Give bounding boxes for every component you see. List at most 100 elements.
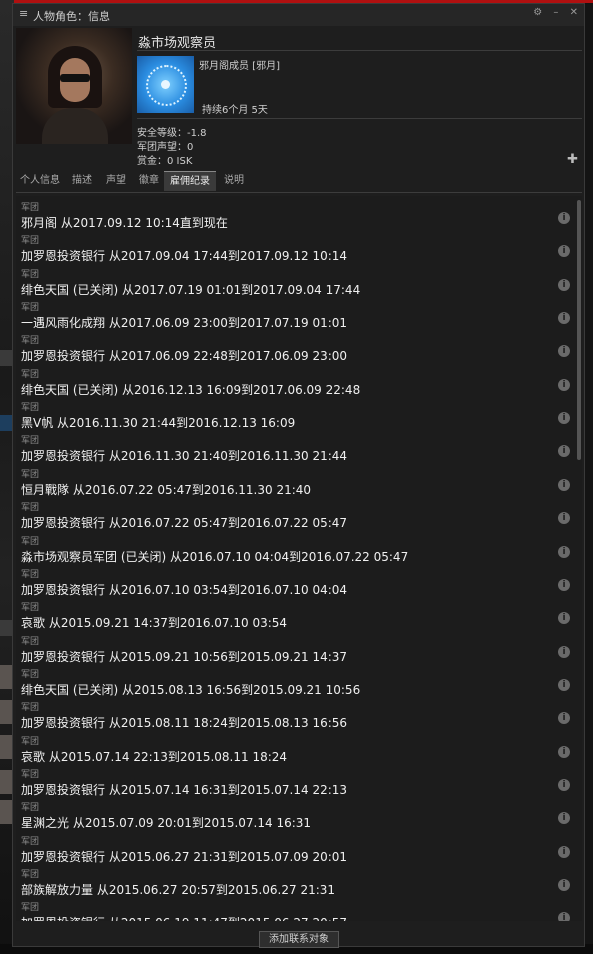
tab-employment-history[interactable]: 雇佣纪录 — [164, 171, 216, 191]
history-entry[interactable]: 军团 加罗恩投资银行 从2015.09.21 10:56到2015.09.21 1… — [16, 634, 576, 667]
entry-type-label: 军团 — [21, 303, 40, 314]
entry-type-label: 军团 — [21, 870, 40, 880]
entry-text[interactable]: 加罗恩投资银行 从2016.07.10 03:54到2016.07.10 04:… — [21, 581, 347, 598]
info-icon[interactable]: i — [558, 812, 570, 825]
history-entry[interactable]: 军团 绯色天国 (已关闭) 从2016.12.13 16:09到2017.06.… — [16, 367, 576, 400]
entry-text[interactable]: 星渊之光 从2015.07.09 20:01到2015.07.14 16:31 — [21, 814, 311, 831]
window-title: 人物角色：信息 — [33, 10, 110, 23]
entry-text[interactable]: 哀歌 从2015.09.21 14:37到2016.07.10 03:54 — [21, 614, 287, 631]
entry-text[interactable]: 加罗恩投资银行 从2015.08.11 18:24到2015.08.13 16:… — [21, 714, 347, 731]
info-icon[interactable]: i — [558, 212, 570, 224]
entry-type-label: 军团 — [21, 369, 40, 380]
membership-duration: 持续6个月 5天 — [202, 105, 268, 116]
info-icon[interactable]: i — [558, 245, 570, 258]
info-icon[interactable]: i — [558, 845, 570, 858]
add-contact-button[interactable]: 添加联系对象 — [259, 931, 339, 948]
menu-icon[interactable]: ≡ — [19, 7, 28, 20]
entry-text[interactable]: 加罗恩投资银行 从2016.07.22 05:47到2016.07.22 05:… — [21, 514, 347, 531]
tab-standings[interactable]: 声望 — [102, 171, 130, 191]
entry-type-label: 军团 — [21, 436, 40, 447]
info-icon[interactable]: i — [558, 912, 570, 921]
info-icon[interactable]: i — [558, 712, 570, 725]
history-entry[interactable]: 军团 加罗恩投资银行 从2016.11.30 21:40到2016.11.30 2… — [16, 433, 576, 466]
tab-description[interactable]: 描述 — [68, 171, 96, 191]
tab-personal-info[interactable]: 个人信息 — [16, 171, 64, 191]
history-entry[interactable]: 军团 星渊之光 从2015.07.09 20:01到2015.07.14 16:3… — [16, 800, 576, 833]
entry-type-label: 军团 — [21, 836, 40, 847]
entry-text[interactable]: 哀歌 从2015.07.14 22:13到2015.08.11 18:24 — [21, 748, 287, 765]
history-entry[interactable]: 军团加罗恩投资银行 从2015.06.19 11:47到2015.06.27 2… — [16, 900, 576, 921]
info-icon[interactable]: i — [558, 478, 570, 491]
character-name[interactable]: 淼市场观察员 — [138, 32, 216, 51]
history-entry[interactable]: 军团 哀歌 从2015.09.21 14:37到2016.07.10 03:54 i — [16, 600, 576, 633]
entry-text[interactable]: 加罗恩投资银行 从2015.06.19 11:47到2015.06.27 20:… — [21, 914, 347, 921]
entry-text[interactable]: 淼市场观察员军团 (已关闭) 从2016.07.10 04:04到2016.07… — [21, 548, 408, 565]
corporation-logo[interactable] — [137, 56, 194, 113]
history-entry[interactable]: 军团 绯色天国 (已关闭) 从2015.08.13 16:56到2015.09.… — [16, 667, 576, 700]
history-entry[interactable]: 军团 绯色天国 (已关闭) 从2017.07.19 01:01到2017.09.… — [16, 267, 576, 300]
employment-history-list[interactable]: 军团 邪月阁 从2017.09.12 10:14直到现在 i 军团 加罗恩投资银行 从2… — [16, 196, 582, 921]
history-entry[interactable]: 军团 恒月戰隊 从2016.07.22 05:47到2016.11.30 21:4… — [16, 467, 576, 500]
scrollbar[interactable] — [577, 200, 581, 460]
entry-text[interactable]: 黑V帆 从2016.11.30 21:44到2016.12.13 16:09 — [21, 414, 295, 431]
entry-text[interactable]: 邪月阁 从2017.09.12 10:14直到现在 — [21, 214, 228, 231]
entry-text[interactable]: 加罗恩投资银行 从2015.06.27 21:31到2015.07.09 20:… — [21, 848, 347, 865]
info-icon[interactable]: i — [558, 778, 570, 791]
history-entry[interactable]: 军团 加罗恩投资银行 从2016.07.10 03:54到2016.07.10 0… — [16, 567, 576, 600]
entry-text[interactable]: 加罗恩投资银行 从2016.11.30 21:40到2016.11.30 21:… — [21, 447, 347, 464]
history-entry[interactable]: 军团 加罗恩投资银行 从2015.06.27 21:31到2015.07.09 2… — [16, 834, 576, 867]
info-icon[interactable]: i — [558, 879, 570, 891]
history-entry[interactable]: 军团 哀歌 从2015.07.14 22:13到2015.08.11 18:24 i — [16, 734, 576, 767]
add-icon[interactable]: ✚ — [567, 152, 578, 167]
entry-type-label: 军团 — [21, 636, 40, 647]
entry-text[interactable]: 部族解放力量 从2015.06.27 20:57到2015.06.27 21:3… — [21, 881, 335, 898]
info-icon[interactable]: i — [558, 312, 570, 325]
tab-notes[interactable]: 说明 — [220, 171, 248, 191]
info-icon[interactable]: i — [558, 512, 570, 525]
info-icon[interactable]: i — [558, 445, 570, 458]
entry-text[interactable]: 加罗恩投资银行 从2015.07.14 16:31到2015.07.14 22:… — [21, 781, 347, 798]
entry-text[interactable]: 绯色天国 (已关闭) 从2015.08.13 16:56到2015.09.21 … — [21, 681, 360, 698]
history-entry[interactable]: 军团 黑V帆 从2016.11.30 21:44到2016.12.13 16:09… — [16, 400, 576, 433]
entry-type-label: 军团 — [21, 336, 40, 347]
info-icon[interactable]: i — [558, 612, 570, 625]
history-entry[interactable]: 军团 淼市场观察员军团 (已关闭) 从2016.07.10 04:04到2016… — [16, 534, 576, 567]
entry-type-label: 军团 — [21, 569, 40, 580]
entry-type-label: 军团 — [21, 669, 40, 680]
entry-text[interactable]: 加罗恩投资银行 从2017.06.09 22:48到2017.06.09 23:… — [21, 347, 347, 364]
divider — [16, 192, 582, 193]
entry-text[interactable]: 绯色天国 (已关闭) 从2017.07.19 01:01到2017.09.04 … — [21, 281, 360, 298]
corp-standing: 军团声望：0 — [137, 142, 194, 153]
gear-icon[interactable]: ⚙ — [533, 7, 542, 18]
info-icon[interactable]: i — [558, 678, 570, 691]
history-entry[interactable]: 军团 加罗恩投资银行 从2017.06.09 22:48到2017.06.09 2… — [16, 333, 576, 366]
minimize-icon[interactable]: – — [553, 7, 558, 18]
info-icon[interactable]: i — [558, 345, 570, 358]
entry-text[interactable]: 加罗恩投资银行 从2017.09.04 17:44到2017.09.12 10:… — [21, 247, 347, 264]
history-entry[interactable]: 军团 加罗恩投资银行 从2016.07.22 05:47到2016.07.22 0… — [16, 500, 576, 533]
entry-text[interactable]: 恒月戰隊 从2016.07.22 05:47到2016.11.30 21:40 — [21, 481, 311, 498]
tab-decorations[interactable]: 徽章 — [135, 171, 163, 191]
entry-text[interactable]: 绯色天国 (已关闭) 从2016.12.13 16:09到2017.06.09 … — [21, 381, 360, 398]
title-bar[interactable]: ≡ 人物角色：信息 ⚙ – ✕ — [13, 4, 584, 26]
entry-type-label: 军团 — [21, 903, 40, 914]
history-entry[interactable]: 军团 加罗恩投资银行 从2017.09.04 17:44到2017.09.12 1… — [16, 233, 576, 266]
entry-text[interactable]: 一遇风雨化成翔 从2017.06.09 23:00到2017.07.19 01:… — [21, 314, 347, 331]
history-entry[interactable]: 军团 加罗恩投资银行 从2015.07.14 16:31到2015.07.14 2… — [16, 767, 576, 800]
history-entry[interactable]: 军团 邪月阁 从2017.09.12 10:14直到现在 i — [16, 200, 576, 233]
corporation-role[interactable]: 邪月阁成员 [邪月] — [199, 57, 280, 72]
info-icon[interactable]: i — [558, 278, 570, 291]
history-entry[interactable]: 军团 部族解放力量 从2015.06.27 20:57到2015.06.27 21… — [16, 867, 576, 900]
close-icon[interactable]: ✕ — [570, 7, 578, 18]
info-icon[interactable]: i — [558, 545, 570, 558]
security-status: 安全等级：-1.8 — [137, 128, 207, 139]
info-icon[interactable]: i — [558, 412, 570, 425]
info-icon[interactable]: i — [558, 645, 570, 658]
info-icon[interactable]: i — [558, 578, 570, 591]
entry-text[interactable]: 加罗恩投资银行 从2015.09.21 10:56到2015.09.21 14:… — [21, 648, 347, 665]
history-entry[interactable]: 军团 一遇风雨化成翔 从2017.06.09 23:00到2017.07.19 0… — [16, 300, 576, 333]
info-icon[interactable]: i — [558, 745, 570, 758]
history-entry[interactable]: 军团 加罗恩投资银行 从2015.08.11 18:24到2015.08.13 1… — [16, 700, 576, 733]
entry-type-label: 军团 — [21, 503, 40, 514]
info-icon[interactable]: i — [558, 378, 570, 391]
